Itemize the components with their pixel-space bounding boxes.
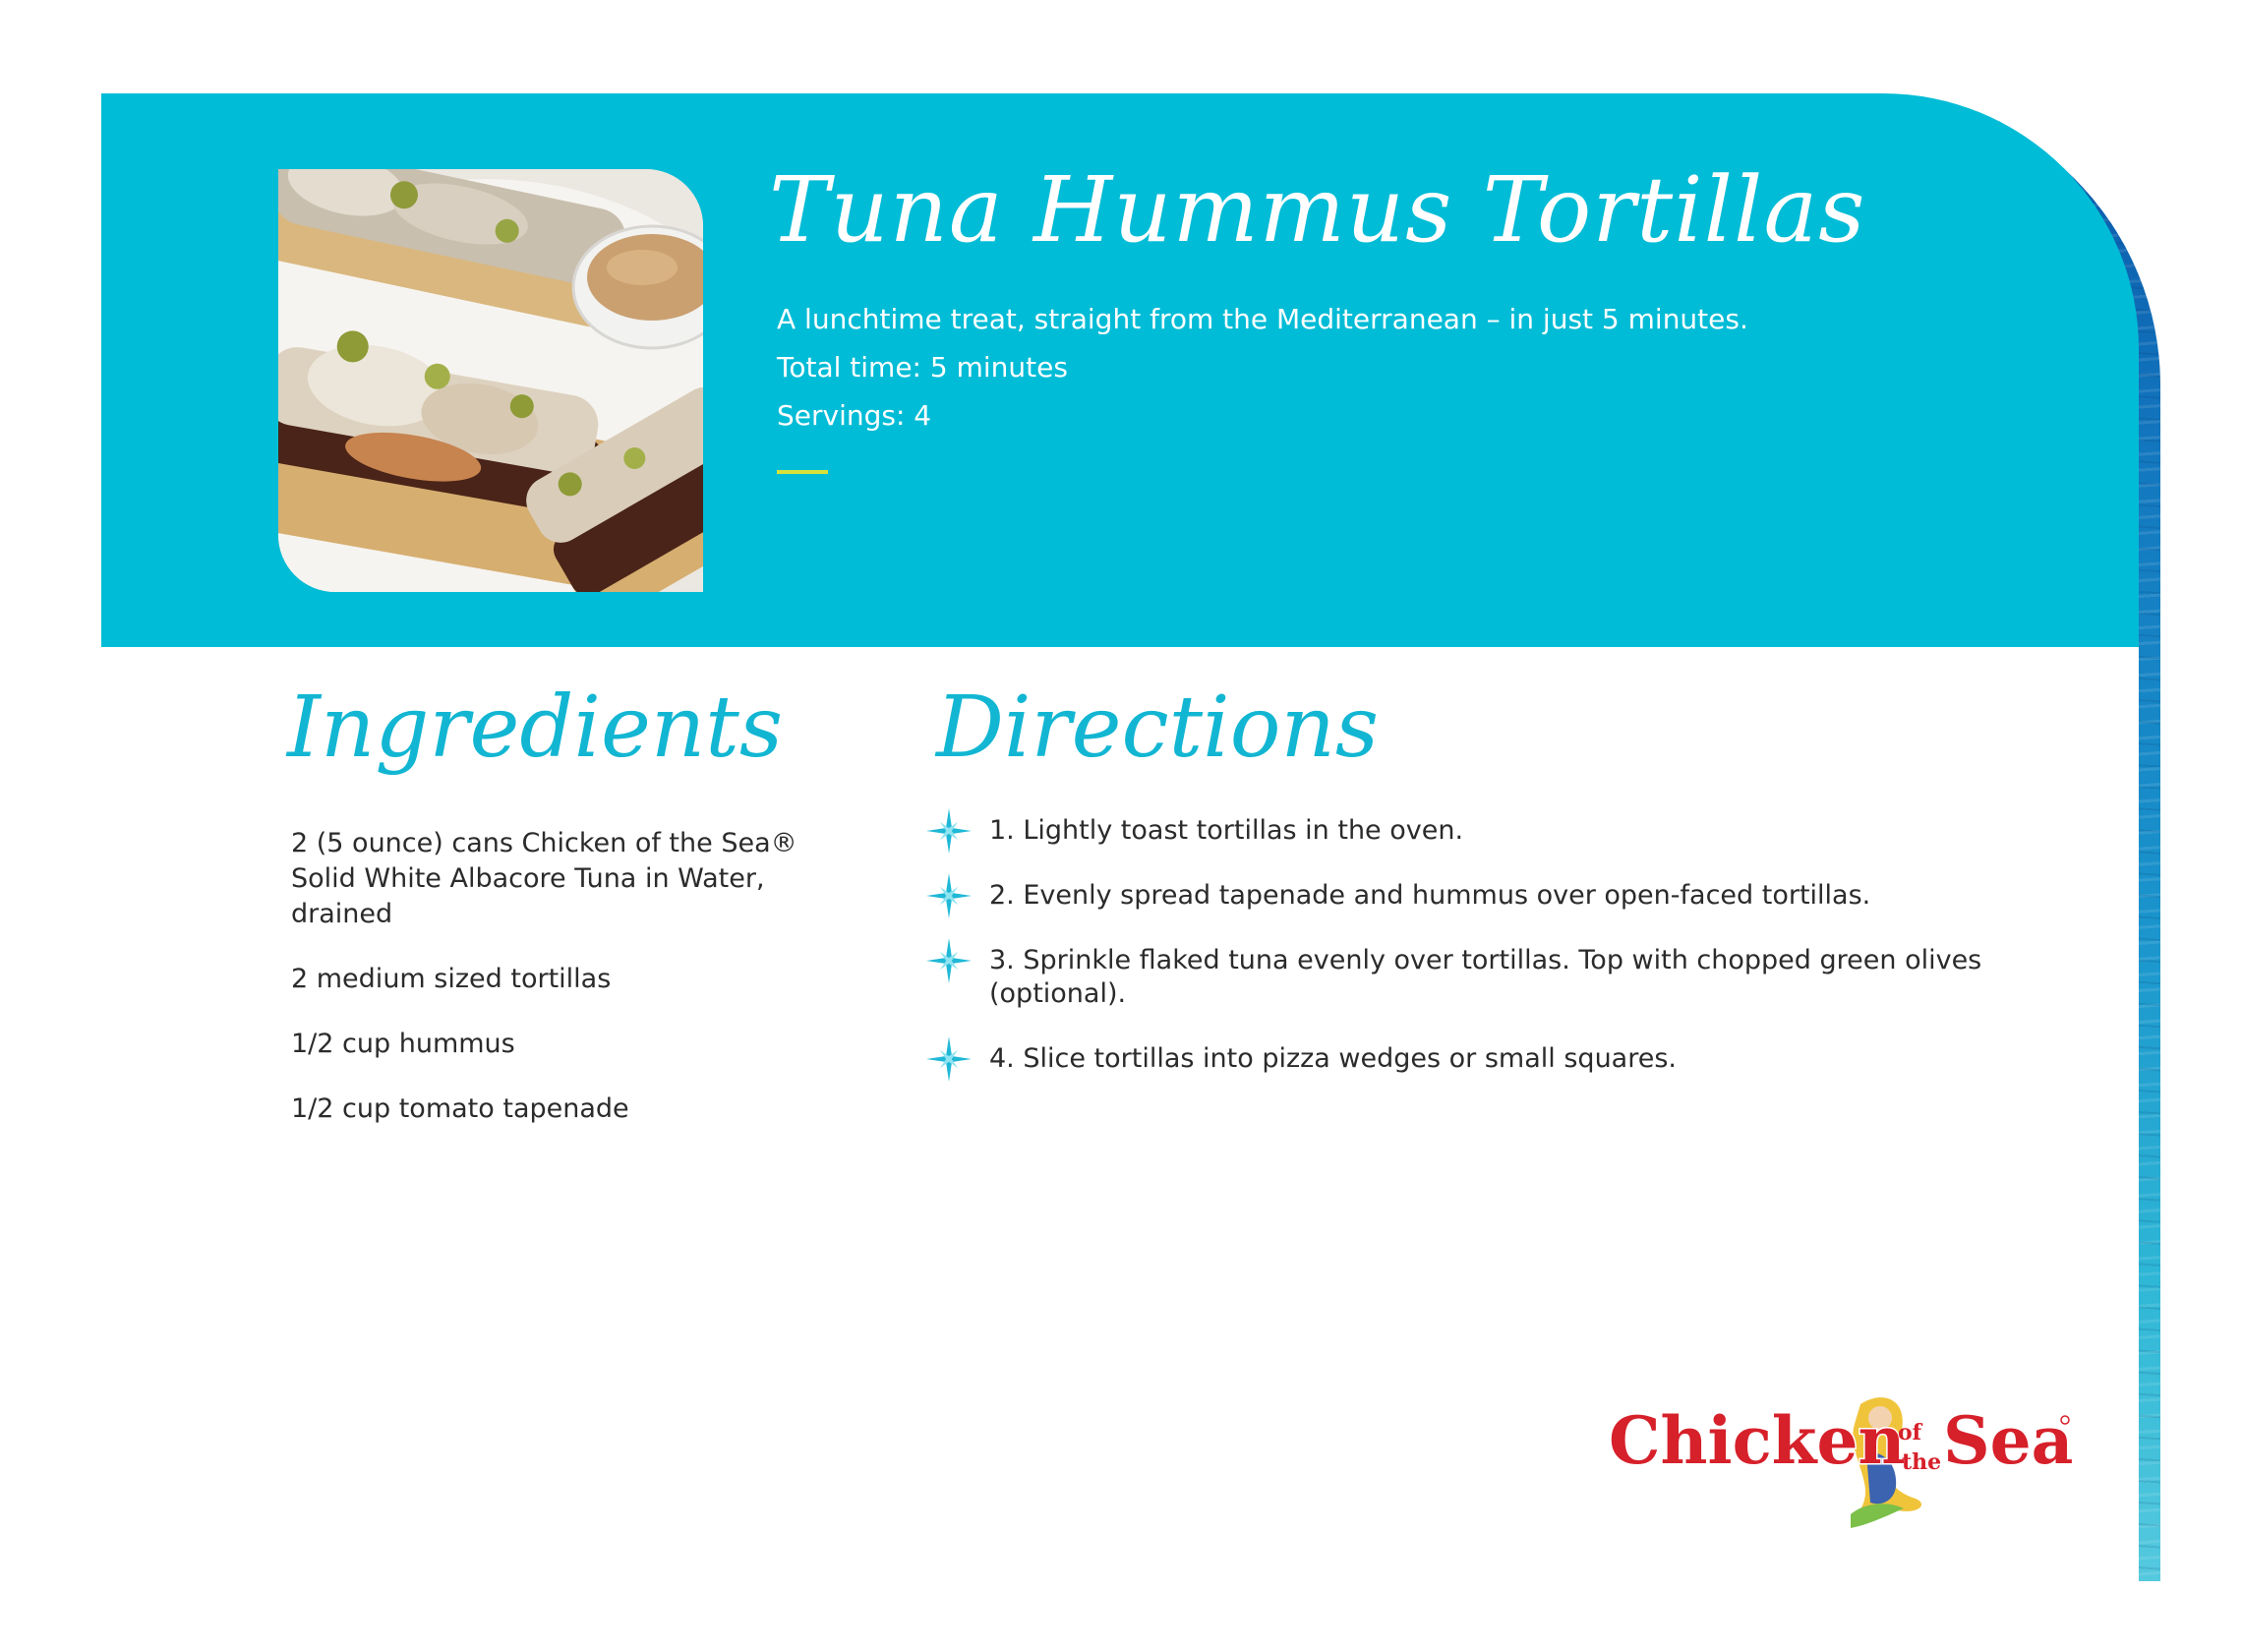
svg-text:Sea: Sea [1943,1402,2073,1479]
servings: Servings: 4 [777,399,932,432]
direction-step-text: 3. Sprinkle flaked tuna evenly over tort… [989,945,1982,1009]
directions-heading: Directions [936,678,1379,777]
sparkle-icon [926,1036,972,1082]
recipe-title: Tuna Hummus Tortillas [769,157,1866,263]
ingredients-heading: Ingredients [287,678,783,777]
directions-list: 1. Lightly toast tortillas in the oven. … [924,808,2026,1107]
accent-divider [777,470,828,474]
direction-step: 3. Sprinkle flaked tuna evenly over tort… [924,938,2026,1011]
direction-step-text: 2. Evenly spread tapenade and hummus ove… [989,880,1871,911]
ingredient-item: 2 (5 ounce) cans Chicken of the Sea® Sol… [291,828,797,929]
recipe-photo [278,169,703,592]
brand-logo-graphic: Chicken of the Sea [1608,1397,2075,1528]
ingredient-item: 1/2 cup tomato tapenade [291,1093,629,1124]
ingredient-item: 1/2 cup hummus [291,1029,515,1059]
total-time: Total time: 5 minutes [777,351,1068,384]
svg-text:of: of [1898,1420,1923,1446]
chicken-of-the-sea-logo: Chicken of the Sea [1603,1385,2075,1532]
svg-text:the: the [1902,1449,1941,1475]
sparkle-icon [926,938,972,983]
direction-step-text: 1. Lightly toast tortillas in the oven. [989,815,1464,846]
direction-step-text: 4. Slice tortillas into pizza wedges or … [989,1043,1677,1074]
ingredient-item: 2 medium sized tortillas [291,964,612,994]
direction-step: 2. Evenly spread tapenade and hummus ove… [924,873,2026,918]
recipe-description: A lunchtime treat, straight from the Med… [777,303,1748,335]
ingredients-list: 2 (5 ounce) cans Chicken of the Sea® Sol… [291,826,842,1156]
sparkle-icon [926,808,972,854]
sparkle-icon [926,873,972,918]
direction-step: 4. Slice tortillas into pizza wedges or … [924,1036,2026,1082]
svg-text:Chicken: Chicken [1609,1402,1905,1479]
direction-step: 1. Lightly toast tortillas in the oven. [924,808,2026,854]
recipe-photo-illustration [278,169,703,592]
